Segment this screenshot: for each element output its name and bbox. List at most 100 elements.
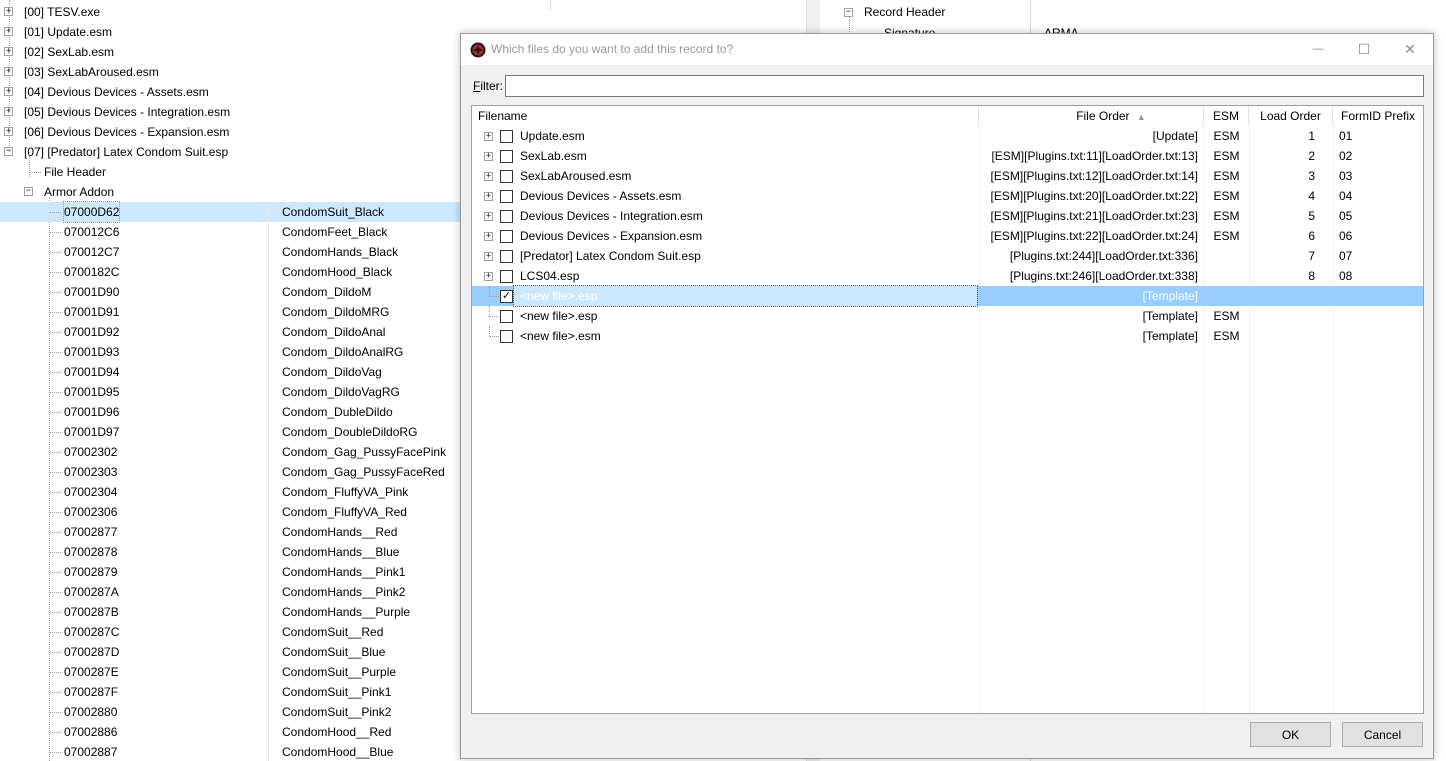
load-order-cell: 7 — [1308, 249, 1315, 263]
record-formid: 07001D95 — [64, 385, 120, 399]
file-row[interactable]: + Devious Devices - Assets.esm [ESM][Plugi… — [472, 186, 1423, 206]
add-record-dialog: Which files do you want to add this reco… — [460, 33, 1434, 759]
expand-icon[interactable]: + — [484, 132, 493, 141]
include-checkbox[interactable] — [500, 250, 513, 263]
file-grid[interactable]: Filename File Order ▲ ESM Load Order For… — [471, 105, 1424, 714]
file-row[interactable]: + SexLabAroused.esm [ESM][Plugins.txt:12][… — [472, 166, 1423, 186]
record-formid: 07001D92 — [64, 325, 120, 339]
file-row[interactable]: + SexLab.esm [ESM][Plugins.txt:11][LoadOrd… — [472, 146, 1423, 166]
esm-cell — [1204, 246, 1249, 266]
expand-icon[interactable]: + — [484, 192, 493, 201]
filter-input[interactable] — [505, 75, 1424, 97]
dialog-title: Which files do you want to add this reco… — [491, 42, 734, 56]
file-row[interactable]: <new file>.esp [Template] ESM — [472, 306, 1423, 326]
col-header-file-order[interactable]: File Order ▲ — [979, 106, 1204, 126]
include-checkbox[interactable] — [500, 330, 513, 343]
include-checkbox[interactable] — [500, 170, 513, 183]
load-order-cell — [1249, 306, 1321, 326]
record-formid: 0700287B — [64, 605, 119, 619]
esm-cell: ESM — [1213, 329, 1240, 343]
include-checkbox[interactable] — [500, 310, 513, 323]
dialog-titlebar[interactable]: Which files do you want to add this reco… — [461, 34, 1433, 65]
file-order-cell: [Template] — [1142, 309, 1198, 323]
record-formid: 0700287A — [64, 585, 119, 599]
record-formid: 0700287D — [64, 645, 120, 659]
include-checkbox[interactable] — [500, 210, 513, 223]
file-row[interactable]: + Update.esm [Update] ESM 1 01 — [472, 126, 1423, 146]
expand-icon[interactable]: + — [484, 232, 493, 241]
tree-file-label: [04] Devious Devices - Assets.esm — [24, 85, 209, 99]
include-checkbox[interactable] — [500, 230, 513, 243]
formid-prefix-cell: 01 — [1339, 129, 1353, 143]
collapse-icon[interactable]: − — [24, 187, 33, 196]
formid-prefix-cell: 05 — [1339, 209, 1353, 223]
expand-icon[interactable]: + — [484, 272, 493, 281]
esm-cell: ESM — [1213, 129, 1240, 143]
file-order-cell: [ESM][Plugins.txt:20][LoadOrder.txt:22] — [990, 189, 1198, 203]
file-name-cell: <new file>.esp — [520, 309, 598, 323]
load-order-cell: 6 — [1308, 229, 1315, 243]
col-header-formid-prefix[interactable]: FormID Prefix — [1333, 106, 1423, 126]
minimize-icon[interactable]: — — [1295, 34, 1341, 65]
record-formid: 0700287E — [64, 665, 119, 679]
filter-label: Filter: — [473, 79, 504, 93]
record-formid: 07001D91 — [64, 305, 120, 319]
include-checkbox[interactable] — [500, 150, 513, 163]
load-order-cell: 2 — [1308, 149, 1315, 163]
ok-button[interactable]: OK — [1250, 722, 1331, 747]
file-row[interactable]: + LCS04.esp [Plugins.txt:246][LoadOrder.tx… — [472, 266, 1423, 286]
record-formid: 07002302 — [64, 445, 118, 459]
record-formid: 0700182C — [64, 265, 120, 279]
include-checkbox[interactable] — [500, 130, 513, 143]
tree-row-file[interactable]: +[00] Skyrim.esm00007D01 — [0, 0, 806, 1]
file-name-cell: Devious Devices - Integration.esm — [520, 209, 703, 223]
tree-file-label: [00] TESV.exe — [24, 5, 101, 19]
tree-file-label: [07] [Predator] Latex Condom Suit.esp — [24, 145, 229, 159]
include-checkbox[interactable]: ✓ — [500, 290, 513, 303]
formid-prefix-cell: 02 — [1339, 149, 1353, 163]
formid-prefix-cell: 04 — [1339, 189, 1353, 203]
file-row[interactable]: + Devious Devices - Integration.esm [ESM][… — [472, 206, 1423, 226]
formid-prefix-cell — [1333, 306, 1423, 326]
armor-addon-label: Armor Addon — [44, 185, 115, 199]
file-row[interactable]: <new file>.esm [Template] ESM — [472, 326, 1423, 346]
file-order-cell: [ESM][Plugins.txt:11][LoadOrder.txt:13] — [991, 149, 1198, 163]
col-header-filename[interactable]: Filename — [472, 106, 979, 126]
file-row[interactable]: + [Predator] Latex Condom Suit.esp [Plugin… — [472, 246, 1423, 266]
load-order-cell: 1 — [1308, 129, 1315, 143]
expand-icon[interactable]: + — [484, 212, 493, 221]
tree-file-label: [00] Skyrim.esm — [24, 0, 110, 1]
file-name-cell: SexLabAroused.esm — [520, 169, 632, 183]
formid-prefix-cell: 07 — [1339, 249, 1353, 263]
maximize-icon[interactable]: ☐ — [1341, 34, 1387, 65]
include-checkbox[interactable] — [500, 270, 513, 283]
record-formid: 07001D96 — [64, 405, 120, 419]
file-row[interactable]: ✓ <new file>.esp [Template] — [472, 285, 1423, 307]
record-formid: 07001D97 — [64, 425, 120, 439]
tree-file-label: [05] Devious Devices - Integration.esm — [24, 105, 231, 119]
esm-cell: ESM — [1213, 209, 1240, 223]
col-header-load-order-label: Load Order — [1260, 109, 1321, 123]
col-header-esm[interactable]: ESM — [1204, 106, 1249, 126]
tree-file-label: [02] SexLab.esm — [24, 45, 115, 59]
file-order-cell: [ESM][Plugins.txt:12][LoadOrder.txt:14] — [990, 169, 1198, 183]
formid-prefix-cell — [1333, 286, 1423, 306]
expand-icon[interactable]: + — [484, 252, 493, 261]
file-name-cell: SexLab.esm — [520, 149, 587, 163]
tree-file-label: [01] Update.esm — [24, 25, 113, 39]
cancel-button[interactable]: Cancel — [1342, 722, 1423, 747]
expand-icon[interactable]: + — [484, 152, 493, 161]
record-formid: 07001D90 — [64, 285, 120, 299]
file-row[interactable]: + Devious Devices - Expansion.esm [ESM][Pl… — [472, 226, 1423, 246]
col-header-file-order-label: File Order — [1076, 109, 1130, 123]
include-checkbox[interactable] — [500, 190, 513, 203]
file-name-cell: <new file>.esp — [513, 285, 978, 307]
record-formid: 07002880 — [64, 705, 118, 719]
tree-row-file[interactable]: + [00] TESV.exe — [0, 2, 806, 22]
col-header-formid-prefix-label: FormID Prefix — [1340, 109, 1415, 123]
expand-icon[interactable]: + — [484, 172, 493, 181]
col-header-load-order[interactable]: Load Order — [1249, 106, 1333, 126]
close-icon[interactable]: ✕ — [1387, 34, 1433, 65]
file-name-cell: <new file>.esm — [520, 329, 601, 343]
record-formid: 07001D94 — [64, 365, 120, 379]
